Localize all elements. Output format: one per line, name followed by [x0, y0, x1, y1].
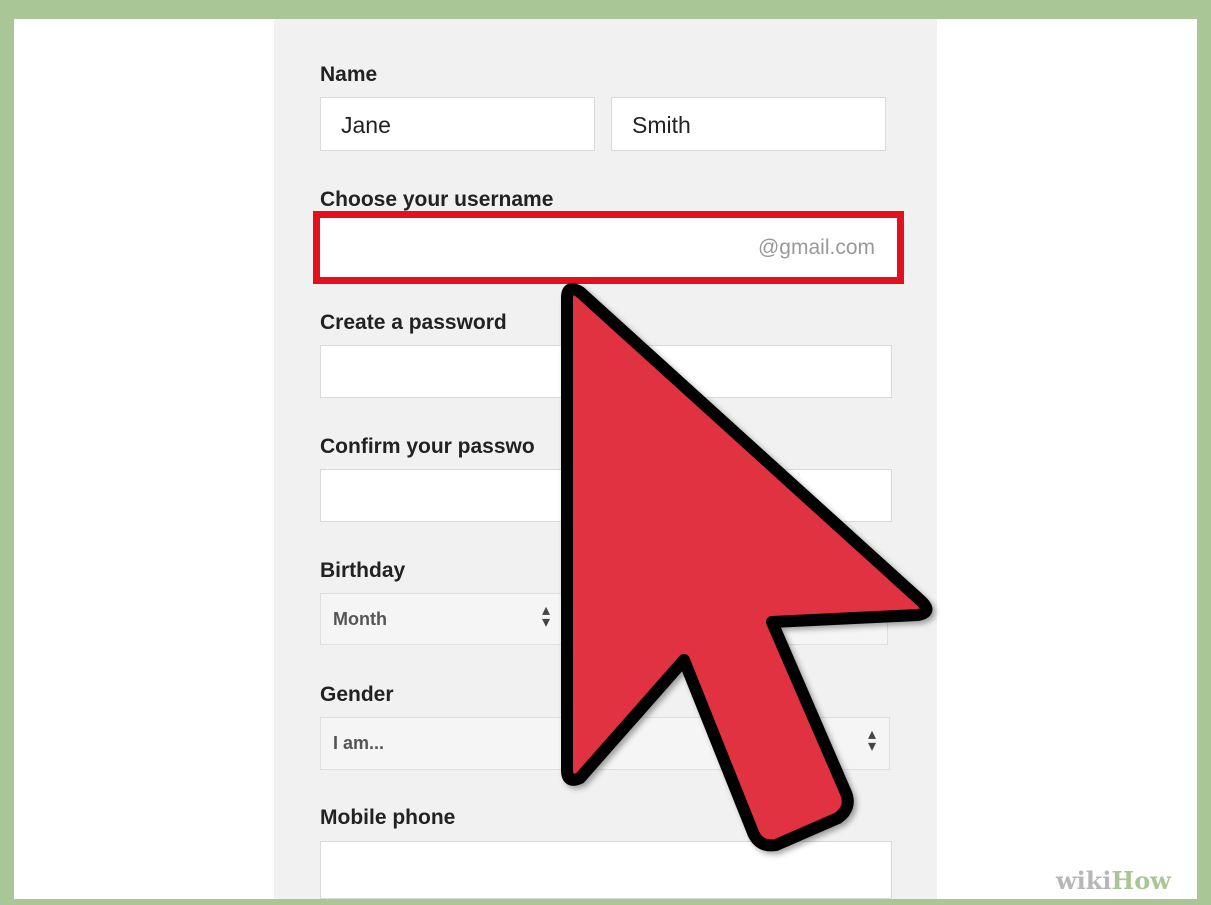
- arrow-cursor-icon: [561, 283, 933, 852]
- wikihow-watermark-how: How: [1111, 866, 1171, 895]
- wikihow-watermark-wiki: wiki: [1056, 866, 1112, 895]
- wikihow-watermark: wikiHow: [1056, 866, 1171, 895]
